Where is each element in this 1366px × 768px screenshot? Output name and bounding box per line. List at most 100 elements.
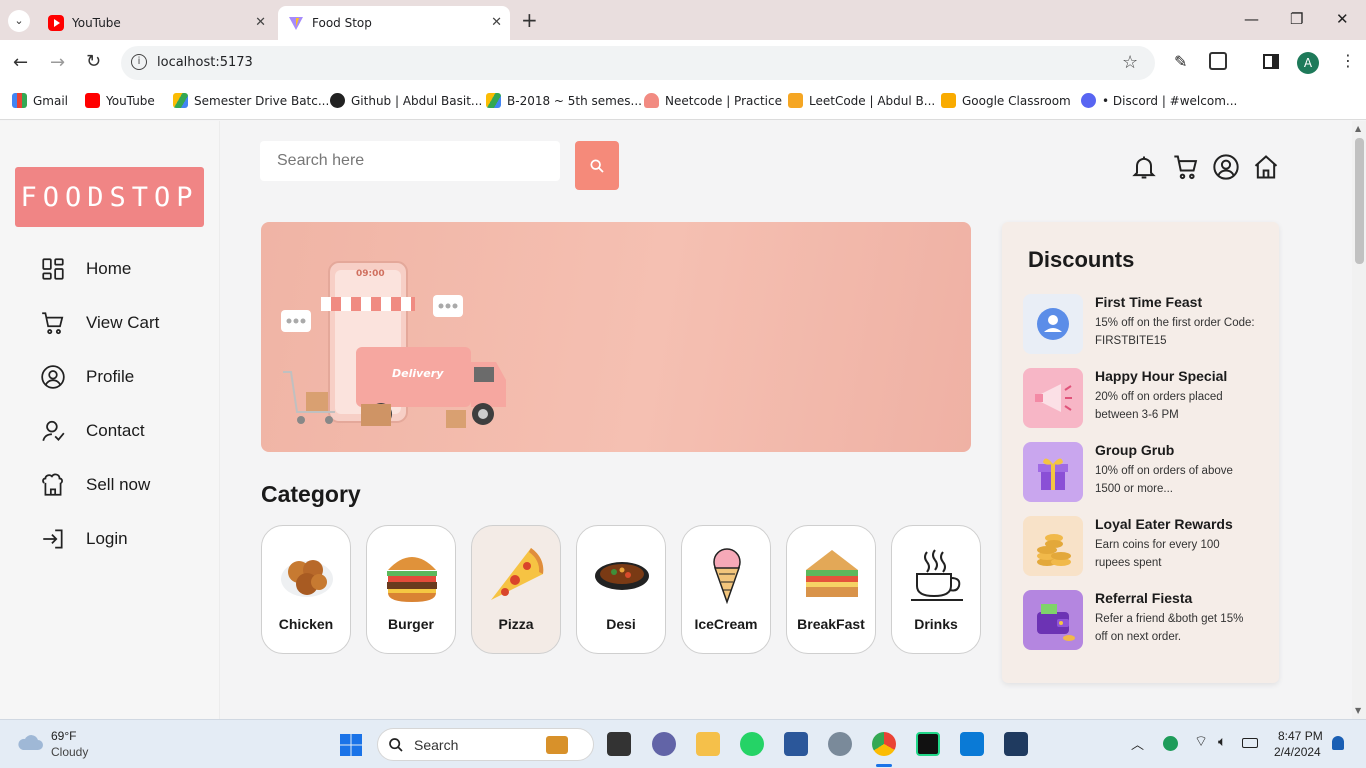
category-card-breakfast[interactable]: BreakFast	[786, 525, 876, 654]
drive-icon	[173, 93, 188, 108]
close-window-icon[interactable]: ✕	[1336, 10, 1349, 28]
site-info-icon[interactable]: i	[131, 54, 147, 70]
discount-title: Happy Hour Special	[1095, 368, 1228, 384]
discount-item[interactable]: Referral Fiesta Refer a friend &both get…	[1023, 590, 1273, 650]
weather-temp[interactable]: 69°F	[51, 729, 76, 743]
extensions-puzzle-icon[interactable]	[1209, 52, 1227, 70]
nav-item-contact[interactable]: Contact	[40, 416, 145, 446]
nav-item-profile[interactable]: Profile	[40, 362, 134, 392]
taskbar-search[interactable]: Search	[377, 728, 594, 761]
icecream-icon	[713, 548, 741, 604]
discount-item[interactable]: Happy Hour Special 20% off on orders pla…	[1023, 368, 1273, 428]
bookmark-github[interactable]: Github | Abdul Basit...	[330, 93, 482, 108]
category-card-icecream[interactable]: IceCream	[681, 525, 771, 654]
notification-bell-icon[interactable]	[1332, 736, 1344, 750]
category-card-drinks[interactable]: Drinks	[891, 525, 981, 654]
search-button[interactable]	[575, 141, 619, 190]
bell-icon[interactable]	[1130, 153, 1158, 181]
security-icon[interactable]	[1163, 736, 1178, 751]
grid-icon	[42, 258, 64, 280]
category-card-burger[interactable]: Burger	[366, 525, 456, 654]
teams-icon[interactable]	[652, 732, 676, 756]
chrome-icon[interactable]	[872, 732, 896, 756]
wifi-icon[interactable]: ⌔	[1194, 732, 1208, 751]
user-badge-icon	[1023, 294, 1083, 354]
bookmark-drive-2[interactable]: B-2018 ~ 5th semes...	[486, 93, 642, 108]
bookmark-discord[interactable]: • Discord | #welcom...	[1081, 93, 1237, 108]
pycharm-icon[interactable]	[916, 732, 940, 756]
whatsapp-icon[interactable]	[740, 732, 764, 756]
cart-icon[interactable]	[1172, 153, 1200, 181]
file-explorer-icon[interactable]	[696, 732, 720, 756]
scroll-down-icon[interactable]: ▼	[1355, 706, 1361, 715]
coffee-cup-icon	[911, 549, 963, 601]
chevron-up-icon[interactable]: ︿	[1131, 734, 1144, 753]
nav-label: Login	[86, 529, 128, 548]
tab-youtube[interactable]: YouTube ✕	[38, 6, 274, 40]
clock-date[interactable]: 2/4/2024	[1274, 745, 1321, 759]
bookmark-leetcode[interactable]: LeetCode | Abdul B...	[788, 93, 935, 108]
task-view-icon[interactable]	[607, 732, 631, 756]
windows-start-icon[interactable]	[339, 733, 363, 757]
category-label: Burger	[388, 616, 434, 632]
profile-avatar[interactable]: A	[1297, 52, 1319, 74]
back-icon[interactable]: ←	[13, 52, 28, 73]
nav-label: Sell now	[86, 475, 151, 494]
forward-icon[interactable]: →	[50, 52, 65, 73]
page-scrollbar[interactable]: ▲ ▼	[1352, 121, 1366, 719]
tab-food-stop[interactable]: Food Stop ✕	[278, 6, 510, 40]
word-icon[interactable]	[784, 732, 808, 756]
minimize-icon[interactable]: —	[1244, 10, 1259, 28]
volume-icon[interactable]: 🔈︎	[1218, 733, 1226, 750]
search-input[interactable]	[260, 141, 560, 181]
scroll-up-icon[interactable]: ▲	[1355, 124, 1361, 133]
tab-title: YouTube	[72, 16, 121, 30]
nav-item-login[interactable]: Login	[40, 524, 128, 554]
category-card-chicken[interactable]: Chicken	[261, 525, 351, 654]
discount-title: Loyal Eater Rewards	[1095, 516, 1233, 532]
nav-item-sell-now[interactable]: Sell now	[40, 470, 150, 500]
discount-item[interactable]: Loyal Eater Rewards Earn coins for every…	[1023, 516, 1273, 576]
discount-item[interactable]: Group Grub 10% off on orders of above 15…	[1023, 442, 1273, 502]
home-icon[interactable]	[1252, 153, 1280, 181]
battery-icon[interactable]	[1242, 738, 1258, 748]
bookmark-youtube[interactable]: YouTube	[85, 93, 155, 108]
phone-time: 09:00	[356, 269, 385, 279]
reload-icon[interactable]: ↻	[86, 51, 101, 72]
bookmark-gmail[interactable]: Gmail	[12, 93, 68, 108]
new-tab-icon[interactable]: +	[521, 8, 538, 32]
delivery-illustration	[281, 261, 506, 428]
nav-item-home[interactable]: Home	[40, 254, 131, 284]
discount-desc: Earn coins for every 100 rupees spent	[1095, 539, 1220, 569]
drive-icon	[486, 93, 501, 108]
category-card-pizza[interactable]: Pizza	[471, 525, 561, 654]
vscode-icon[interactable]	[960, 732, 984, 756]
category-card-desi[interactable]: Desi	[576, 525, 666, 654]
megaphone-icon	[1023, 368, 1083, 428]
clock-time[interactable]: 8:47 PM	[1278, 729, 1323, 743]
bookmark-star-icon[interactable]: ☆	[1122, 52, 1138, 73]
bookmark-label: Github | Abdul Basit...	[351, 93, 483, 108]
chrome-menu-icon[interactable]: ⋮	[1340, 51, 1356, 70]
nav-item-view-cart[interactable]: View Cart	[40, 308, 159, 338]
scrollbar-thumb[interactable]	[1355, 138, 1364, 264]
extension-pen-icon[interactable]: ✎	[1174, 52, 1187, 71]
maximize-icon[interactable]: ❐	[1290, 10, 1303, 28]
discount-item[interactable]: First Time Feast 15% off on the first or…	[1023, 294, 1273, 354]
bookmark-classroom[interactable]: Google Classroom	[941, 93, 1071, 108]
vite-icon	[288, 15, 304, 31]
address-bar[interactable]: i localhost:5173 ☆	[121, 46, 1155, 80]
bookmark-drive[interactable]: Semester Drive Batc...	[173, 93, 329, 108]
settings-icon[interactable]	[828, 732, 852, 756]
foodstop-logo[interactable]: FOODSTOP	[15, 167, 204, 227]
browser-toolbar: ← → ↻ i localhost:5173 ☆ ✎ A ⋮	[0, 40, 1366, 86]
youtube-icon	[48, 15, 64, 31]
bookmark-neetcode[interactable]: Neetcode | Practice	[644, 93, 782, 108]
ide-icon[interactable]	[1004, 732, 1028, 756]
close-tab-icon[interactable]: ✕	[255, 15, 266, 30]
close-tab-icon[interactable]: ✕	[491, 15, 502, 30]
sidepanel-icon[interactable]	[1263, 54, 1279, 69]
tab-search-dropdown-icon[interactable]: ⌄	[8, 10, 30, 32]
user-circle-icon[interactable]	[1212, 153, 1240, 181]
discord-icon	[1081, 93, 1096, 108]
